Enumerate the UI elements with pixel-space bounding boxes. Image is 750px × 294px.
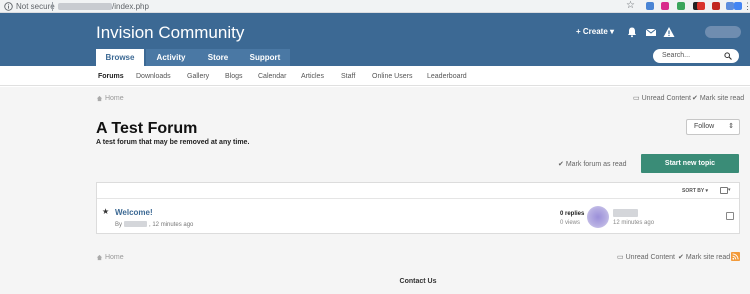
envelope-icon[interactable]	[645, 26, 657, 38]
subnav-leaderboard[interactable]: Leaderboard	[427, 72, 467, 81]
redacted-host	[58, 3, 112, 10]
tab-support[interactable]: Support	[240, 49, 290, 66]
translate-ext-icon[interactable]	[646, 2, 654, 10]
chevron-down-icon[interactable]: ▾	[728, 186, 731, 194]
start-new-topic-button[interactable]: Start new topic	[641, 154, 739, 173]
adblock-ext-icon[interactable]	[697, 2, 705, 10]
lastpass-ext-icon[interactable]	[712, 2, 720, 10]
mark-forum-read-link[interactable]: ✔ Mark forum as read	[558, 160, 627, 169]
android-ext-icon[interactable]	[677, 2, 685, 10]
create-menu-button[interactable]: + Create ▾	[576, 26, 614, 38]
page-title: A Test Forum	[96, 120, 198, 137]
browser-address-bar[interactable]: Not secure /index.php ☆ ⋮	[0, 0, 750, 13]
url-path[interactable]: /index.php	[112, 1, 149, 12]
site-header: Invision Community + Create ▾ Browse Act…	[0, 13, 750, 66]
subnav-online-users[interactable]: Online Users	[372, 72, 412, 81]
follow-button[interactable]: Follow ⇕	[686, 119, 740, 135]
topic-list-toolbar: SORT BY ▾ ▾	[97, 183, 739, 199]
redacted-author[interactable]	[124, 221, 148, 228]
bookmark-star-icon[interactable]: ☆	[626, 0, 635, 12]
unread-content-link-bottom[interactable]: ▭ Unread Content	[617, 253, 675, 262]
subnav-forums[interactable]: Forums	[98, 72, 124, 81]
checkmark-icon: ✔	[558, 161, 564, 168]
mark-site-read-link-bottom[interactable]: ✔ Mark site read	[678, 253, 730, 262]
subnav-calendar[interactable]: Calendar	[258, 72, 286, 81]
user-menu-avatar[interactable]	[705, 26, 741, 38]
updown-arrow-icon: ⇕	[728, 123, 734, 130]
table-row[interactable]: ★ Welcome! By, 12 minutes ago 0 replies …	[97, 200, 739, 234]
mark-site-read-label: Mark site read	[699, 95, 745, 102]
checkmark-icon: ✔	[692, 95, 698, 102]
pocket-ext-icon[interactable]	[661, 2, 669, 10]
site-title[interactable]: Invision Community	[96, 23, 244, 43]
bell-icon[interactable]	[626, 26, 638, 38]
topic-time: , 12 minutes ago	[149, 222, 194, 228]
breadcrumb-home[interactable]: Home	[105, 254, 124, 261]
tab-browse[interactable]: Browse	[96, 49, 144, 66]
mark-forum-read-label: Mark forum as read	[565, 161, 627, 168]
breadcrumb-home[interactable]: Home	[105, 95, 124, 102]
contact-us-link[interactable]: Contact Us	[0, 277, 750, 286]
warning-icon[interactable]	[663, 26, 675, 38]
mark-site-read-link[interactable]: ✔ Mark site read	[692, 94, 744, 103]
topic-title-link[interactable]: Welcome!	[115, 208, 153, 218]
info-icon[interactable]	[4, 2, 13, 11]
select-all-checkbox[interactable]	[720, 187, 728, 194]
sort-by-dropdown[interactable]: SORT BY ▾	[682, 188, 708, 195]
gmail-ext-icon[interactable]	[734, 2, 742, 10]
view-count: 0 views	[560, 220, 581, 226]
unread-content-label: Unread Content	[625, 254, 675, 261]
by-prefix: By	[115, 222, 123, 228]
avatar[interactable]	[587, 206, 609, 228]
home-icon	[96, 95, 103, 101]
breadcrumb[interactable]: Home	[96, 94, 124, 103]
checkmark-icon: ✔	[678, 254, 684, 261]
bookmark-ext-icon[interactable]	[726, 2, 734, 10]
star-icon: ★	[102, 207, 110, 216]
redacted-last-poster[interactable]	[613, 209, 638, 217]
subnav-articles[interactable]: Articles	[301, 72, 324, 81]
home-icon	[96, 254, 103, 260]
rss-icon[interactable]	[731, 252, 740, 261]
forum-description: A test forum that may be removed at any …	[96, 139, 250, 146]
tab-store[interactable]: Store	[196, 49, 240, 66]
topic-meta: By , 12 minutes ago	[115, 221, 193, 229]
reply-count: 0 replies	[560, 211, 585, 217]
subnav-gallery[interactable]: Gallery	[187, 72, 209, 81]
row-checkbox[interactable]	[726, 212, 734, 220]
address-divider	[52, 2, 53, 11]
browser-menu-icon[interactable]: ⋮	[743, 1, 750, 12]
breadcrumb-bottom[interactable]: Home	[96, 253, 124, 262]
search-input[interactable]: Search...	[653, 49, 739, 63]
security-label: Not secure	[16, 2, 55, 11]
unread-content-icon: ▭	[633, 95, 640, 102]
subnav-blogs[interactable]: Blogs	[225, 72, 243, 81]
last-post-time: 12 minutes ago	[613, 220, 655, 226]
mark-site-read-label: Mark site read	[685, 254, 731, 261]
unread-content-label: Unread Content	[641, 95, 691, 102]
search-placeholder: Search...	[662, 52, 691, 59]
unread-content-icon: ▭	[617, 254, 624, 261]
unread-content-link[interactable]: ▭ Unread Content	[633, 94, 691, 103]
follow-label: Follow	[694, 123, 715, 130]
topic-list: SORT BY ▾ ▾ ★ Welcome! By , 12 minutes ag…	[96, 182, 740, 234]
tab-activity[interactable]: Activity	[146, 49, 196, 66]
subnav-downloads[interactable]: Downloads	[136, 72, 171, 81]
subnav-staff[interactable]: Staff	[341, 72, 355, 81]
secondary-nav: Forums Downloads Gallery Blogs Calendar …	[0, 66, 750, 86]
search-icon[interactable]	[724, 52, 732, 60]
